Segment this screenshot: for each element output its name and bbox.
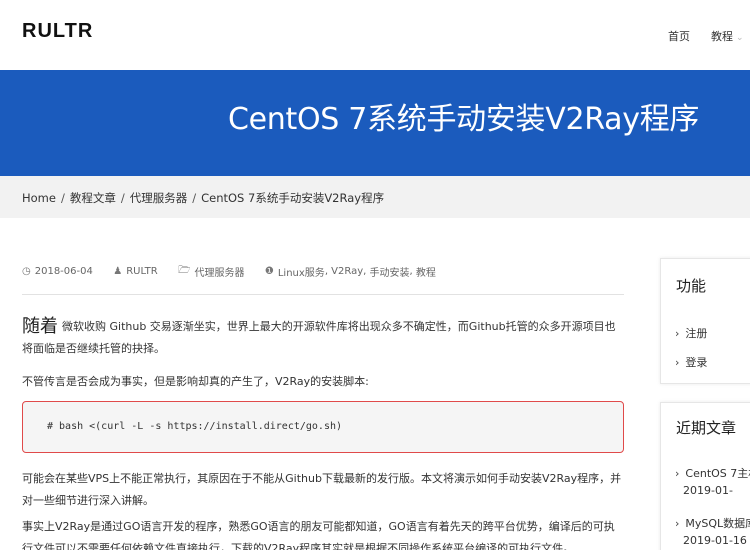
user-icon: ♟ xyxy=(113,266,123,277)
recent-post-date: 2019-01-16 xyxy=(683,534,747,547)
register-label: 注册 xyxy=(685,327,708,340)
recent-post-link[interactable]: › MySQL数据库 2019-01-16 xyxy=(675,515,750,549)
breadcrumb-bar: Home / 教程文章 / 代理服务器 / CentOS 7系统手动安装V2Ray程序 xyxy=(0,176,750,218)
tag-link[interactable]: 手动安装 xyxy=(370,268,410,279)
tag-link[interactable]: V2Ray xyxy=(331,266,363,277)
intro-text: 微软收购 Github 交易逐渐坐实，世界上最大的开源软件库将出现众多不确定性，… xyxy=(22,320,616,355)
breadcrumb-current: CentOS 7系统手动安装V2Ray程序 xyxy=(201,191,385,205)
recent-post-date: 2019-01- xyxy=(683,484,733,497)
chevron-down-icon: ⌄ xyxy=(736,33,744,43)
code-block: # bash <(curl -L -s https://install.dire… xyxy=(22,401,624,453)
chevron-right-icon: › xyxy=(675,467,680,480)
tags-icon: ❶ xyxy=(264,266,274,277)
article-paragraph: 事实上V2Ray是通过GO语言开发的程序，熟悉GO语言的朋友可能都知道，GO语言… xyxy=(22,520,615,550)
article-paragraph-intro: 随着 微软收购 Github 交易逐渐坐实，世界上最大的开源软件库将出现众多不确定… xyxy=(22,316,624,360)
chevron-right-icon: › xyxy=(675,517,680,530)
top-navigation-bar: RULTR 首页 教程 ⌄ xyxy=(0,0,750,70)
widget-title: 功能 xyxy=(676,277,707,295)
install-command[interactable]: # bash <(curl -L -s https://install.dire… xyxy=(47,421,342,432)
site-logo[interactable]: RULTR xyxy=(22,20,93,43)
post-meta: ◷ 2018-06-04 ♟ RULTR 🗁 代理服务器 ❶ Linux服务, V2Ra… xyxy=(22,263,436,280)
post-category[interactable]: 代理服务器 xyxy=(195,268,245,279)
recent-post-link[interactable]: › CentOS 7主机 2019-01- xyxy=(675,465,750,499)
recent-post-title: CentOS 7主机 xyxy=(685,467,750,480)
tag-link[interactable]: Linux服务 xyxy=(278,268,325,279)
nav-item-home[interactable]: 首页 xyxy=(668,28,690,44)
folder-icon: 🗁 xyxy=(178,265,191,276)
breadcrumb-separator: / xyxy=(192,191,197,205)
tag-link[interactable]: 教程 xyxy=(416,268,436,279)
dropcap: 随着 xyxy=(22,316,58,337)
login-link[interactable]: › 登录 xyxy=(675,354,707,370)
chevron-right-icon: › xyxy=(675,356,680,369)
meta-divider xyxy=(22,294,624,295)
breadcrumb-tutorials[interactable]: 教程文章 xyxy=(70,191,116,205)
clock-icon: ◷ xyxy=(22,266,31,277)
breadcrumb: Home / 教程文章 / 代理服务器 / CentOS 7系统手动安装V2Ray程序 xyxy=(22,190,384,206)
breadcrumb-home[interactable]: Home xyxy=(22,191,56,205)
breadcrumb-proxy[interactable]: 代理服务器 xyxy=(130,191,188,205)
register-link[interactable]: › 注册 xyxy=(675,325,707,341)
page-title: CentOS 7系统手动安装V2Ray程序 xyxy=(228,102,700,137)
sidebar-widget-recent-posts: 近期文章 › CentOS 7主机 2019-01- › MySQL数据库 2019-0… xyxy=(660,402,750,550)
recent-post-title: MySQL数据库 xyxy=(685,517,750,530)
breadcrumb-separator: / xyxy=(60,191,65,205)
post-date[interactable]: 2018-06-04 xyxy=(35,266,93,277)
login-label: 登录 xyxy=(685,356,708,369)
breadcrumb-separator: / xyxy=(120,191,125,205)
article-paragraph: 可能会在某些VPS上不能正常执行，其原因在于不能从Github下载最新的发行版。… xyxy=(22,472,622,507)
nav-item-tutorials-label: 教程 xyxy=(711,30,733,43)
chevron-right-icon: › xyxy=(675,327,680,340)
sidebar-widget-functions: 功能 › 注册 › 登录 xyxy=(660,258,750,384)
post-author[interactable]: RULTR xyxy=(126,266,158,277)
page-banner: CentOS 7系统手动安装V2Ray程序 xyxy=(0,70,750,176)
nav-item-tutorials[interactable]: 教程 ⌄ xyxy=(711,28,744,44)
widget-title: 近期文章 xyxy=(676,419,737,437)
article-paragraph: 不管传言是否会成为事实，但是影响却真的产生了，V2Ray的安装脚本: xyxy=(22,375,369,388)
